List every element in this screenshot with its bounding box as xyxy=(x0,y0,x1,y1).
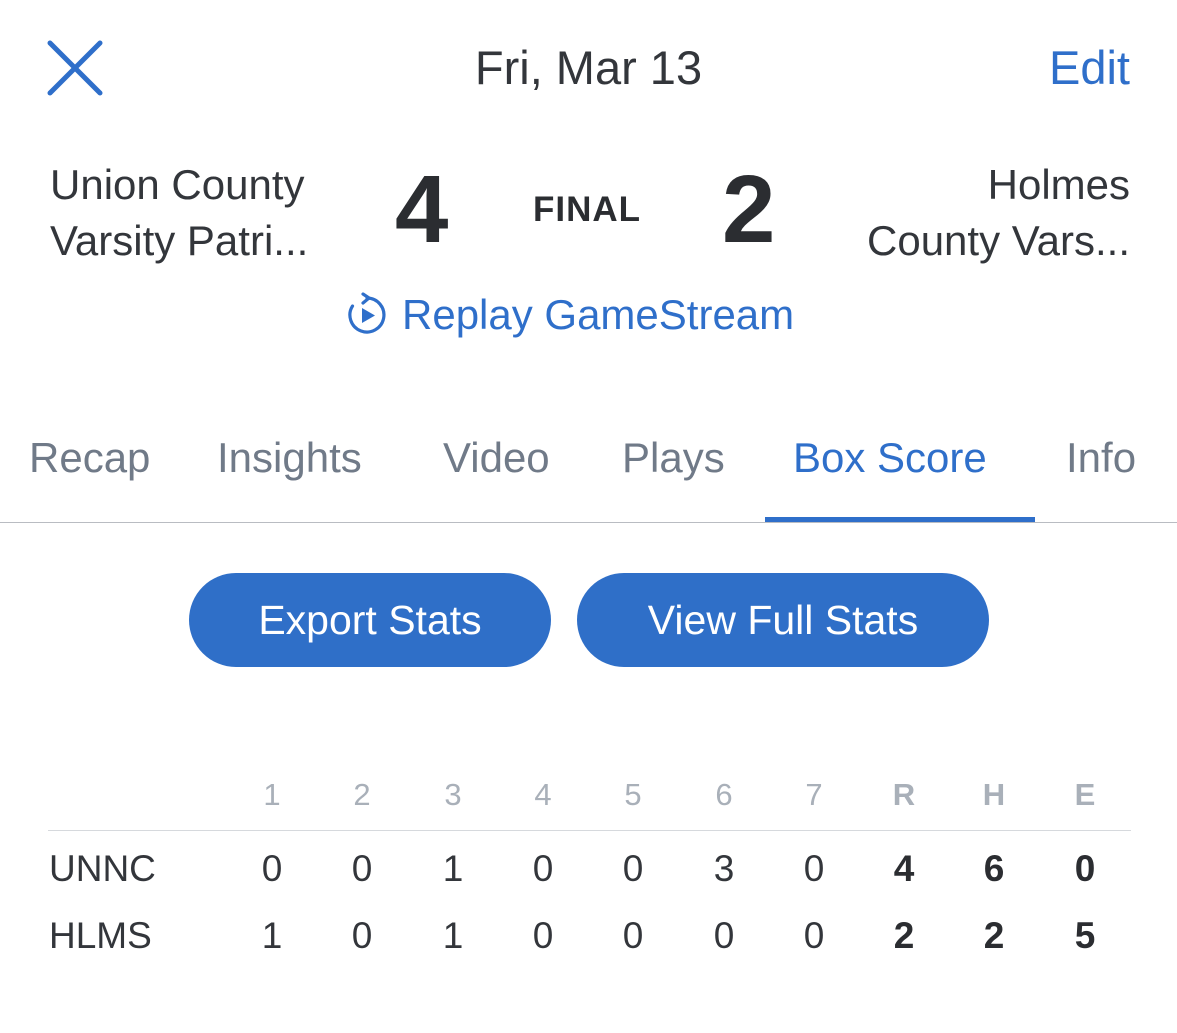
inning-score: 0 xyxy=(803,848,825,889)
away-team-name-line2: County Vars... xyxy=(867,217,1130,264)
edit-button[interactable]: Edit xyxy=(1049,40,1130,96)
tab-bar: Recap Insights Video Plays Box Score Inf… xyxy=(0,420,1177,524)
hits-header: H xyxy=(982,777,1006,812)
tab-insights[interactable]: Insights xyxy=(217,432,362,484)
away-score: 2 xyxy=(722,156,776,263)
away-team-name-line1: Holmes xyxy=(987,161,1130,208)
replay-gamestream-label: Replay GameStream xyxy=(402,291,795,338)
errors-total: 0 xyxy=(1074,848,1096,889)
tab-plays[interactable]: Plays xyxy=(622,432,725,484)
inning-score: 0 xyxy=(261,848,283,889)
inning-score: 0 xyxy=(713,915,735,956)
inning-score: 0 xyxy=(622,848,644,889)
away-team-name: Holmes County Vars... xyxy=(867,157,1130,269)
inning-score: 1 xyxy=(442,848,464,889)
replay-gamestream-link[interactable]: Replay GameStream xyxy=(344,287,794,343)
box-score-table: 1 2 3 4 5 6 7 R H E UNNC 0 0 1 0 0 3 0 4… xyxy=(0,760,1177,980)
inning-header: 1 xyxy=(263,777,281,812)
box-score-divider xyxy=(48,830,1131,831)
view-full-stats-button[interactable]: View Full Stats xyxy=(577,573,989,667)
inning-score: 0 xyxy=(532,915,554,956)
inning-header: 5 xyxy=(624,777,642,812)
inning-score: 1 xyxy=(442,915,464,956)
errors-header: E xyxy=(1074,777,1096,812)
home-score: 4 xyxy=(395,156,449,263)
runs-header: R xyxy=(892,777,916,812)
inning-header: 7 xyxy=(805,777,823,812)
inning-header: 2 xyxy=(353,777,371,812)
inning-score: 0 xyxy=(351,848,373,889)
inning-score: 0 xyxy=(622,915,644,956)
runs-total: 4 xyxy=(893,848,915,889)
tab-video[interactable]: Video xyxy=(443,432,550,484)
inning-header: 6 xyxy=(715,777,733,812)
home-team-name-line2: Varsity Patri... xyxy=(50,217,309,264)
inning-score: 0 xyxy=(803,915,825,956)
inning-score: 0 xyxy=(351,915,373,956)
runs-total: 2 xyxy=(893,915,915,956)
tab-info[interactable]: Info xyxy=(1066,432,1136,484)
box-score-team: HLMS xyxy=(49,915,152,956)
box-score-team: UNNC xyxy=(49,848,156,889)
inning-header: 3 xyxy=(444,777,462,812)
game-status: FINAL xyxy=(533,190,642,229)
hits-total: 6 xyxy=(983,848,1005,889)
tab-divider xyxy=(0,522,1177,523)
errors-total: 5 xyxy=(1074,915,1096,956)
hits-total: 2 xyxy=(983,915,1005,956)
home-team-name: Union County Varsity Patri... xyxy=(50,157,308,269)
inning-score: 1 xyxy=(261,915,283,956)
export-stats-button[interactable]: Export Stats xyxy=(189,573,551,667)
inning-score: 0 xyxy=(532,848,554,889)
inning-header: 4 xyxy=(534,777,552,812)
page-title: Fri, Mar 13 xyxy=(474,41,703,94)
tab-box-score[interactable]: Box Score xyxy=(793,432,987,484)
replay-icon xyxy=(348,292,386,334)
home-team-name-line1: Union County xyxy=(50,161,305,208)
tab-recap[interactable]: Recap xyxy=(29,432,150,484)
inning-score: 3 xyxy=(713,848,735,889)
